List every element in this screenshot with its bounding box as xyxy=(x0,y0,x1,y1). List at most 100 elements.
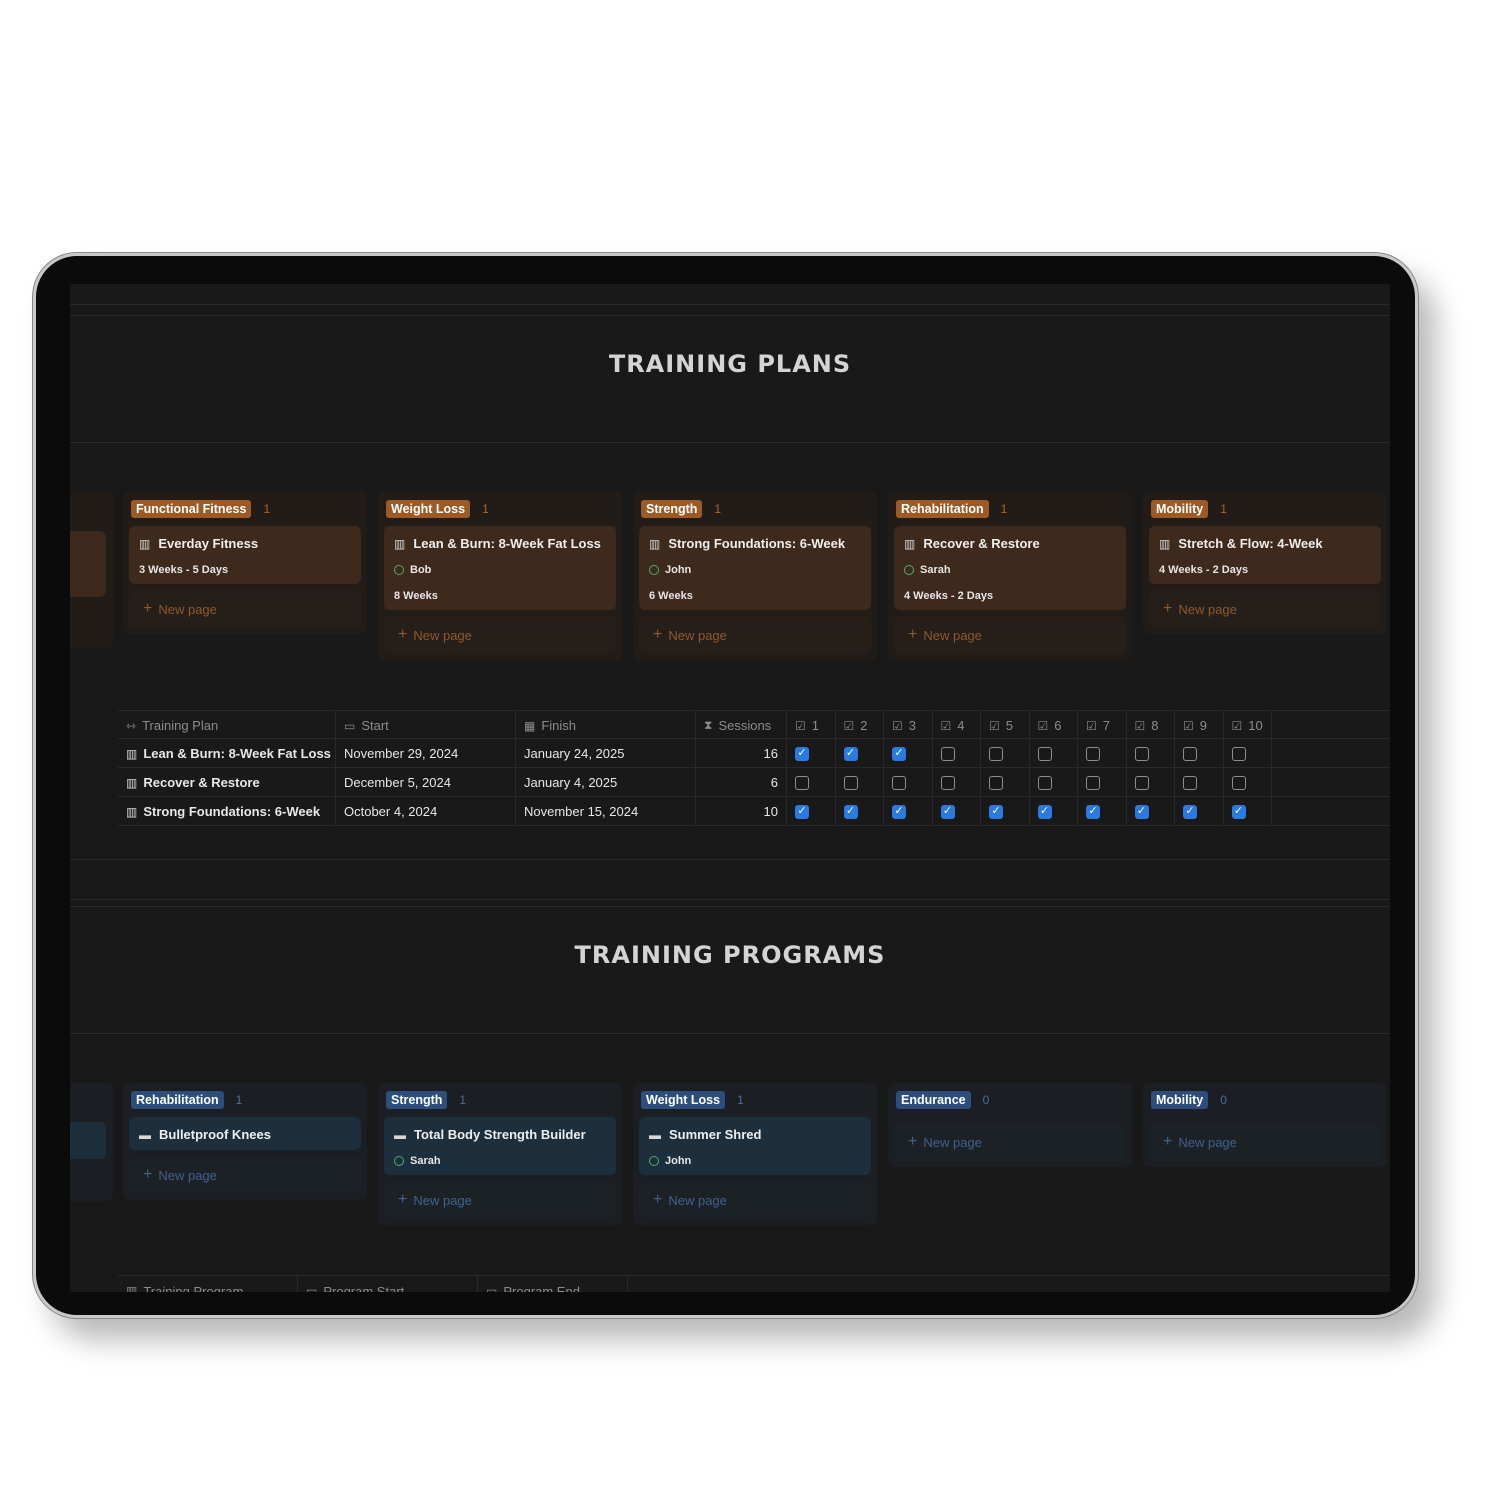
column-header-session-10[interactable]: ☑ 10 xyxy=(1224,711,1272,740)
column-header-program-start[interactable]: ▭ Program Start xyxy=(298,1276,478,1292)
session-checkbox[interactable] xyxy=(1134,746,1149,761)
session-checkbox[interactable] xyxy=(1183,775,1197,790)
cell-finish[interactable]: January 24, 2025 xyxy=(516,739,696,768)
column-header-start[interactable]: ▭ Start xyxy=(336,711,516,740)
cell-start[interactable]: October 4, 2024 xyxy=(336,797,516,826)
column-header-session-8[interactable]: ☑ 8 xyxy=(1127,711,1175,740)
board-card[interactable]: ▥ Lean & Burn: 8-Week Fat Loss Bob 8 Weeks xyxy=(384,526,616,610)
session-checkbox[interactable] xyxy=(1183,746,1197,761)
column-header-session-1[interactable]: ☑ 1 xyxy=(787,711,836,740)
board-column-header[interactable]: Mobility 0 xyxy=(1143,1083,1387,1117)
board-card[interactable]: ▥ Strong Foundations: 6-Week John 6 Weeks xyxy=(639,526,871,610)
checkbox-icon: ☑ xyxy=(1183,718,1194,733)
column-header-session-9[interactable]: ☑ 9 xyxy=(1175,711,1224,740)
board-card[interactable]: ▬ Bulletproof Knees xyxy=(129,1117,361,1150)
session-checkbox[interactable] xyxy=(1086,775,1100,790)
board-card[interactable]: ▥ Everday Fitness 3 Weeks - 5 Days xyxy=(129,526,361,584)
card-duration: 3 Weeks - 5 Days xyxy=(139,564,229,576)
cell-sessions[interactable]: 16 xyxy=(696,739,787,768)
column-header-program-end[interactable]: ▭ Program End xyxy=(478,1276,628,1292)
new-page-button[interactable]: + New page xyxy=(1149,1123,1381,1161)
new-page-button[interactable]: + New page xyxy=(639,616,871,654)
table-row[interactable]: ▥ Strong Foundations: 6-Week October 4, 20… xyxy=(118,797,1390,826)
column-header-training-program[interactable]: ▥ Training Program xyxy=(118,1276,298,1292)
column-header-session-4[interactable]: ☑ 4 xyxy=(933,711,981,740)
column-header-session-7[interactable]: ☑ 7 xyxy=(1078,711,1127,740)
board-column-header[interactable]: Mobility 1 xyxy=(1143,492,1387,526)
session-checkbox[interactable]: ✓ xyxy=(1183,804,1197,819)
cell-session-10 xyxy=(1224,768,1272,797)
card-duration: 4 Weeks - 2 Days xyxy=(1159,564,1249,576)
cell-sessions[interactable]: 6 xyxy=(696,768,787,797)
cell-plan[interactable]: ▥ Lean & Burn: 8-Week Fat Loss xyxy=(118,739,336,768)
card-person: John xyxy=(649,1155,861,1167)
new-page-button[interactable]: + New page xyxy=(894,616,1126,654)
column-header-finish[interactable]: ▦ Finish xyxy=(516,711,696,740)
session-checkbox[interactable] xyxy=(1037,775,1052,790)
column-header-plan[interactable]: ⇿ Training Plan xyxy=(118,711,336,740)
new-page-button[interactable]: + New page xyxy=(129,590,361,628)
new-page-button[interactable]: + New page xyxy=(894,1123,1126,1161)
cell-finish[interactable]: January 4, 2025 xyxy=(516,768,696,797)
table-row[interactable]: ▥ Recover & Restore December 5, 2024 Januar… xyxy=(118,768,1390,797)
session-checkbox[interactable]: ✓ xyxy=(892,746,906,761)
cell-plan[interactable]: ▥ Strong Foundations: 6-Week xyxy=(118,797,336,826)
session-checkbox[interactable] xyxy=(989,746,1003,761)
cell-finish[interactable]: November 15, 2024 xyxy=(516,797,696,826)
session-checkbox[interactable]: ✓ xyxy=(1231,804,1246,819)
board-column-header[interactable]: Weight Loss 1 xyxy=(633,1083,877,1117)
session-checkbox[interactable]: ✓ xyxy=(843,746,858,761)
board-column-header[interactable]: Rehabilitation 1 xyxy=(888,492,1132,526)
session-checkbox[interactable] xyxy=(1037,746,1052,761)
board-column-header[interactable]: Strength 1 xyxy=(633,492,877,526)
cell-start[interactable]: November 29, 2024 xyxy=(336,739,516,768)
session-checkbox[interactable] xyxy=(989,775,1003,790)
board-card[interactable]: ▥ Recover & Restore Sarah 4 Weeks - 2 Days xyxy=(894,526,1126,610)
session-checkbox[interactable] xyxy=(892,775,906,790)
cell-session-1 xyxy=(787,768,836,797)
column-header-session-3[interactable]: ☑ 3 xyxy=(884,711,933,740)
board-column-header[interactable]: Weight Loss 1 xyxy=(378,492,622,526)
cell-plan[interactable]: ▥ Recover & Restore xyxy=(118,768,336,797)
session-checkbox[interactable] xyxy=(1231,775,1246,790)
tablet-frame: TRAINING PLANS Functional Fitness 1 ▥ Everd… xyxy=(33,253,1418,1318)
session-checkbox[interactable]: ✓ xyxy=(892,804,906,819)
column-header-session-6[interactable]: ☑ 6 xyxy=(1030,711,1078,740)
table-row[interactable]: ▥ Lean & Burn: 8-Week Fat Loss November 29… xyxy=(118,739,1390,768)
board-column-header[interactable]: Strength 1 xyxy=(378,1083,622,1117)
board-column-header[interactable]: Endurance 0 xyxy=(888,1083,1132,1117)
session-checkbox[interactable]: ✓ xyxy=(1134,804,1149,819)
board-card[interactable]: ▬ Total Body Strength Builder Sarah xyxy=(384,1117,616,1175)
session-checkbox[interactable] xyxy=(1086,746,1100,761)
board-column-rehabilitation: Rehabilitation 1 ▥ Recover & Restore Sarah 4 … xyxy=(888,492,1132,660)
session-checkbox[interactable] xyxy=(940,775,955,790)
cell-start[interactable]: December 5, 2024 xyxy=(336,768,516,797)
map-icon: ▥ xyxy=(649,536,661,551)
session-checkbox[interactable]: ✓ xyxy=(1086,804,1100,819)
new-page-button[interactable]: + New page xyxy=(639,1181,871,1219)
new-page-button[interactable]: + New page xyxy=(1149,590,1381,628)
session-checkbox[interactable]: ✓ xyxy=(795,746,809,761)
new-page-button[interactable]: + New page xyxy=(384,1181,616,1219)
board-card[interactable]: ▥ Stretch & Flow: 4-Week 4 Weeks - 2 Days xyxy=(1149,526,1381,584)
session-checkbox[interactable] xyxy=(940,746,955,761)
session-checkbox[interactable]: ✓ xyxy=(843,804,858,819)
column-header-session-5[interactable]: ☑ 5 xyxy=(981,711,1030,740)
board-column-header[interactable]: Functional Fitness 1 xyxy=(123,492,367,526)
column-header-sessions[interactable]: ⧗ Sessions xyxy=(696,711,787,740)
session-checkbox[interactable] xyxy=(843,775,858,790)
board-column-header[interactable]: Rehabilitation 1 xyxy=(123,1083,367,1117)
cell-session-1: ✓ xyxy=(787,797,836,826)
new-page-button[interactable]: + New page xyxy=(384,616,616,654)
session-checkbox[interactable] xyxy=(795,775,809,790)
session-checkbox[interactable]: ✓ xyxy=(989,804,1003,819)
new-page-button[interactable]: + New page xyxy=(129,1156,361,1194)
session-checkbox[interactable]: ✓ xyxy=(795,804,809,819)
cell-sessions[interactable]: 10 xyxy=(696,797,787,826)
session-checkbox[interactable] xyxy=(1231,746,1246,761)
session-checkbox[interactable]: ✓ xyxy=(1037,804,1052,819)
session-checkbox[interactable]: ✓ xyxy=(940,804,955,819)
board-card[interactable]: ▬ Summer Shred John xyxy=(639,1117,871,1175)
session-checkbox[interactable] xyxy=(1134,775,1149,790)
column-header-session-2[interactable]: ☑ 2 xyxy=(836,711,884,740)
